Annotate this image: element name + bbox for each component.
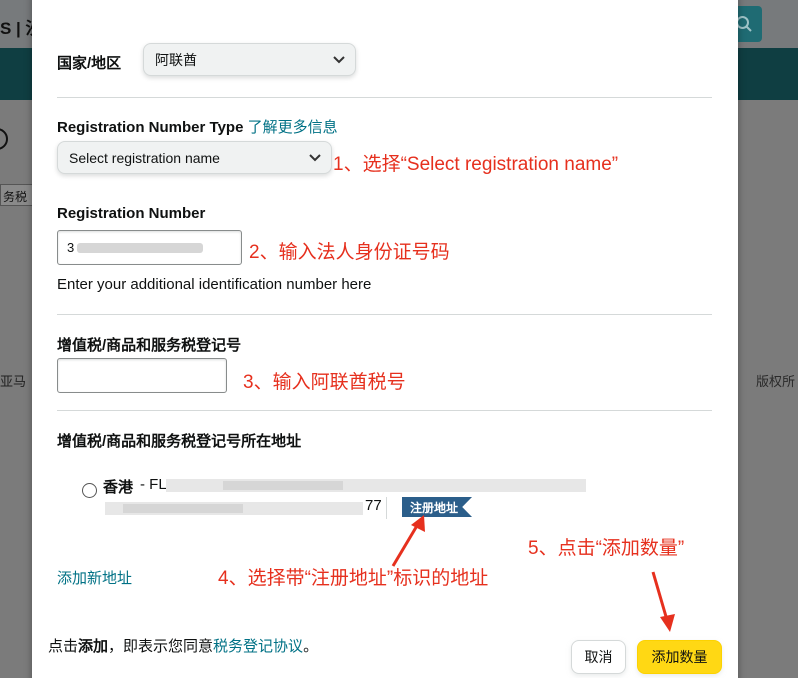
address-separator	[386, 497, 387, 519]
divider	[57, 97, 712, 98]
divider	[57, 314, 712, 315]
redacted-id-number	[77, 243, 203, 253]
country-select-value: 阿联酋	[155, 51, 197, 68]
registration-type-label: Registration Number Type 了解更多信息	[57, 116, 338, 137]
divider	[57, 410, 712, 411]
annotation-step-3: 3、输入阿联酋税号	[243, 372, 406, 393]
chevron-down-icon	[309, 153, 321, 161]
vat-address-label: 增值税/商品和服务税登记号所在地址	[57, 433, 302, 450]
registration-number-input[interactable]: 3	[57, 230, 242, 265]
annotation-step-5: 5、点击“添加数量”	[528, 538, 685, 559]
annotation-step-2: 2、输入法人身份证号码	[249, 242, 450, 263]
annotation-step-1: 1、选择“Select registration name”	[333, 154, 619, 175]
country-label: 国家/地区	[57, 55, 122, 72]
address-radio-button[interactable]	[82, 483, 97, 498]
add-quantity-button[interactable]: 添加数量	[637, 640, 722, 674]
add-tax-registration-modal: 国家/地区 阿联酋 Registration Number Type 了解更多信…	[32, 0, 738, 678]
annotation-step-4: 4、选择带“注册地址”标识的地址	[218, 568, 489, 589]
vat-number-label: 增值税/商品和服务税登记号	[57, 337, 242, 354]
consent-suffix: 。	[303, 638, 319, 655]
address-line-1-prefix: - FL	[140, 476, 167, 493]
address-region: 香港	[103, 479, 134, 496]
registration-type-select-value: Select registration name	[69, 149, 220, 166]
registration-number-helper: Enter your additional identification num…	[57, 276, 372, 293]
consent-middle: ，即表示您同意	[108, 638, 214, 655]
consent-text: 点击添加，即表示您同意税务登记协议。	[48, 635, 318, 656]
country-select[interactable]: 阿联酋	[143, 43, 356, 76]
registration-type-label-text: Registration Number Type	[57, 119, 244, 136]
learn-more-link[interactable]: 了解更多信息	[248, 119, 338, 136]
redacted-address-line-1-spots	[223, 481, 343, 490]
tax-agreement-link[interactable]: 税务登记协议	[213, 638, 303, 655]
background-left-text: 亚马	[0, 374, 27, 389]
consent-bold: 添加	[78, 638, 109, 655]
consent-prefix: 点击	[48, 638, 79, 655]
address-line-2-suffix: 77	[365, 497, 382, 514]
add-new-address-link[interactable]: 添加新地址	[57, 567, 132, 588]
background-tab: 务税	[0, 184, 34, 206]
registration-number-value: 3	[67, 240, 75, 255]
cancel-button[interactable]: 取消	[571, 640, 626, 674]
redacted-address-line-2-spots	[123, 504, 243, 513]
address-option[interactable]: 香港 - FL 77	[103, 476, 593, 522]
registered-address-badge: 注册地址	[402, 497, 473, 517]
registration-number-label: Registration Number	[57, 205, 206, 222]
vat-number-input[interactable]	[57, 358, 227, 393]
chevron-down-icon	[333, 55, 345, 63]
registration-type-select[interactable]: Select registration name	[57, 141, 332, 174]
background-right-text: 版权所	[756, 374, 796, 389]
